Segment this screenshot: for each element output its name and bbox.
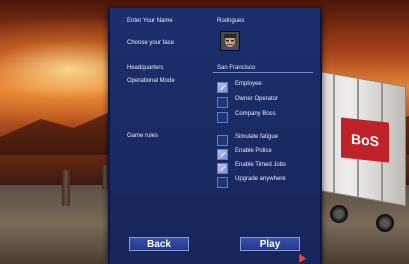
rule-enable-timed-jobs-label: Enable Timed Jobs — [235, 162, 287, 168]
back-button[interactable]: Back — [129, 237, 189, 251]
face-label: Choose your face — [127, 40, 175, 46]
truck-trailer: BoS — [312, 69, 406, 207]
play-button[interactable]: Play — [240, 237, 300, 251]
name-label: Enter Your Name — [127, 18, 173, 24]
truck-wheel — [330, 205, 348, 223]
profile-setup-panel: Enter Your Name Rodrigues Choose your fa… — [108, 8, 322, 264]
rule-enable-police-checkbox[interactable] — [217, 149, 228, 160]
operational-mode-label: Operational Mode — [127, 78, 175, 84]
mode-company-boss-label: Company Boss — [235, 111, 276, 117]
headquarters-label: Headquarters — [127, 65, 164, 71]
rule-enable-police-label: Enable Police — [235, 148, 272, 154]
rule-simulate-fatigue-checkbox[interactable] — [217, 135, 228, 146]
trailer-logo: BoS — [341, 117, 389, 163]
rule-upgrade-anywhere-label: Upgrade anywhere — [235, 176, 286, 182]
mode-employee-label: Employee — [235, 81, 262, 87]
mode-owner-operator-label: Owner Operator — [235, 96, 279, 102]
mode-company-boss-checkbox[interactable] — [217, 112, 228, 123]
headquarters-underline — [213, 72, 313, 73]
roadside-post — [62, 170, 70, 206]
truck-wheel — [376, 214, 394, 232]
name-input[interactable]: Rodrigues — [217, 17, 244, 25]
driver-face-portrait[interactable] — [220, 31, 240, 51]
face-avatar-icon — [221, 32, 239, 50]
rule-upgrade-anywhere-checkbox[interactable] — [217, 177, 228, 188]
mode-employee-checkbox[interactable] — [217, 82, 228, 93]
mode-owner-operator-checkbox[interactable] — [217, 97, 228, 108]
game-rules-label: Game rules — [127, 133, 159, 139]
rule-enable-timed-jobs-checkbox[interactable] — [217, 163, 228, 174]
headquarters-select[interactable]: San Francisco — [217, 64, 255, 72]
rule-simulate-fatigue-label: Simulate fatigue — [235, 134, 279, 140]
